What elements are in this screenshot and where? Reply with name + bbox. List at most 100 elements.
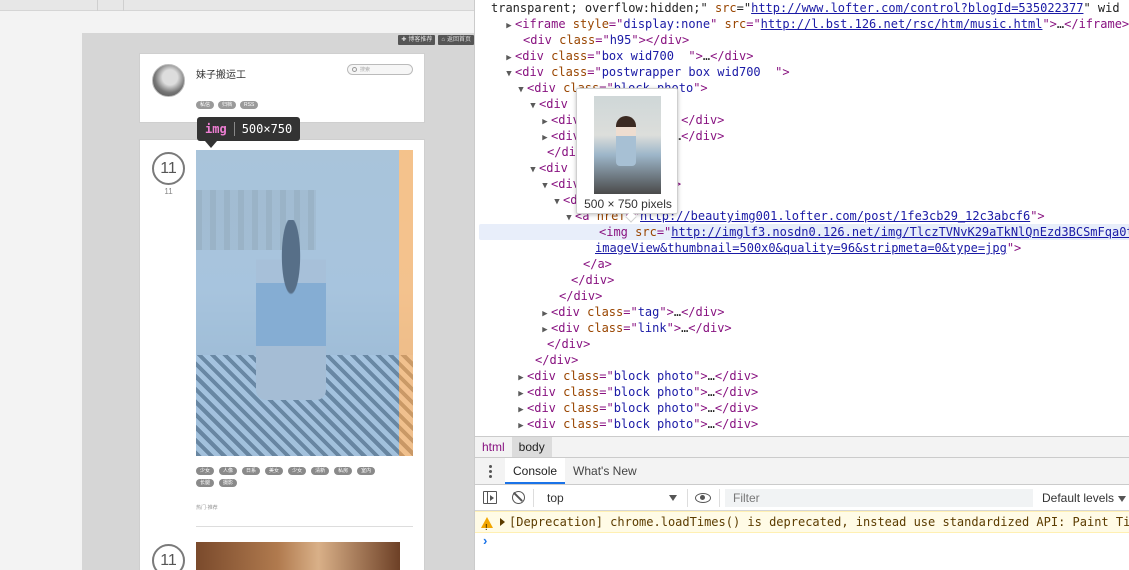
- post-tag[interactable]: 清新: [311, 467, 330, 475]
- dom-token: h95: [609, 33, 632, 47]
- dom-node-line[interactable]: ▶ <div class="block photo">…</div>: [475, 416, 758, 432]
- tab-separator: [123, 0, 124, 11]
- eye-icon[interactable]: [695, 493, 711, 503]
- tab-whats-new[interactable]: What's New: [565, 458, 645, 484]
- dom-token: =": [623, 321, 638, 335]
- dom-token: <div: [527, 401, 564, 415]
- context-selector[interactable]: top: [541, 489, 681, 507]
- filter-input[interactable]: Filter: [725, 489, 1033, 507]
- dom-link[interactable]: http://www.lofter.com/control?blogId=535…: [751, 1, 1083, 15]
- dom-token: src: [724, 17, 747, 31]
- nav-pill-archive[interactable]: 归档: [218, 101, 237, 109]
- dom-token: <iframe: [515, 17, 573, 31]
- dom-token: style: [572, 17, 609, 31]
- post-tag[interactable]: 摄影: [219, 479, 238, 487]
- log-levels-dropdown[interactable]: Default levels: [1042, 489, 1127, 507]
- post-tag[interactable]: 私房: [334, 467, 353, 475]
- dom-token: <div: [539, 97, 576, 111]
- breadcrumb-body[interactable]: body: [511, 437, 552, 457]
- elements-tree[interactable]: transparent; overflow:hidden;" src="http…: [475, 0, 1129, 436]
- tab-console[interactable]: Console: [505, 458, 566, 484]
- breadcrumb-html[interactable]: html: [475, 437, 512, 457]
- dom-link[interactable]: http://imglf3.nosdn0.126.net/img/TlczTVN…: [671, 225, 1129, 239]
- avatar[interactable]: [152, 64, 185, 97]
- nav-pill-message[interactable]: 私信: [196, 101, 215, 109]
- console-warning[interactable]: [Deprecation] chrome.loadTimes() is depr…: [475, 511, 1129, 533]
- dom-token: src: [714, 1, 737, 15]
- post-tag[interactable]: 人像: [219, 467, 238, 475]
- post-tag[interactable]: 美女: [265, 467, 284, 475]
- dom-token: ">: [1030, 209, 1045, 223]
- dom-token: " wid: [1083, 1, 1120, 15]
- search-input[interactable]: 搜索: [347, 64, 413, 75]
- prompt-icon[interactable]: ›: [483, 533, 487, 548]
- top-link-recommend[interactable]: ✚ 博客推荐: [398, 35, 436, 45]
- dom-node-line[interactable]: </div>: [475, 272, 614, 288]
- dom-token: </div>: [688, 321, 732, 335]
- dom-token: <div: [527, 417, 564, 431]
- dom-node-line[interactable]: </div>: [475, 144, 590, 160]
- nav-pill-rss[interactable]: RSS: [240, 101, 259, 109]
- top-link-label: 博客推荐: [408, 37, 433, 43]
- sidebar-toggle-icon[interactable]: [483, 491, 497, 504]
- dom-node-line[interactable]: ▶ <iframe style="display:none" src="http:…: [475, 16, 1129, 32]
- dom-token: ">: [693, 385, 708, 399]
- inspected-page: ✚ 博客推荐 ⌂ 返回首页 妹子搬运工 搜索 私信 归档 RSS 11 11 少…: [0, 0, 474, 570]
- dom-link[interactable]: imageView&thumbnail=500x0&quality=96&str…: [595, 241, 1007, 255]
- dom-token: src: [635, 225, 657, 239]
- dom-node-line[interactable]: ▼<a href="http://beautyimg001.lofter.com…: [475, 208, 1045, 224]
- post-date-day: 11: [152, 544, 185, 570]
- dom-node-line[interactable]: </a>: [475, 256, 612, 272]
- dom-node-line[interactable]: ▼ <div: [475, 96, 575, 112]
- dom-token: postwrapper box wid700: [601, 65, 776, 79]
- dom-node-line[interactable]: <img src="http://imglf3.nosdn0.126.net/i…: [479, 224, 1129, 240]
- post-photo[interactable]: [196, 150, 413, 456]
- dom-node-line[interactable]: </div>: [475, 336, 590, 352]
- dom-token: class: [563, 417, 600, 431]
- post-photo[interactable]: [196, 542, 400, 570]
- expand-triangle-icon[interactable]: [500, 518, 505, 526]
- dom-node-line[interactable]: ▶ <div class="tag">…</div>: [475, 304, 724, 320]
- inspect-highlight-padding: [399, 150, 413, 456]
- expand-triangle-icon[interactable]: ▶: [515, 418, 527, 434]
- post-tag[interactable]: 长腿: [196, 479, 215, 487]
- dom-node-line[interactable]: </div>: [475, 352, 578, 368]
- dom-node-line[interactable]: ▶ <div class="block photo">…</div>: [475, 368, 758, 384]
- dom-token: <div: [527, 385, 564, 399]
- dom-node-line[interactable]: transparent; overflow:hidden;" src="http…: [475, 0, 1120, 16]
- blog-title[interactable]: 妹子搬运工: [196, 66, 246, 81]
- dom-token: ">: [688, 49, 703, 63]
- warning-icon: [481, 517, 493, 532]
- search-icon: [352, 67, 357, 72]
- dom-node-line[interactable]: ▶ <div class="block photo">…</div>: [475, 384, 758, 400]
- post-meta[interactable]: 热门·推荐: [196, 504, 218, 511]
- dom-node-line[interactable]: ▼ <div: [475, 160, 575, 176]
- post-tag[interactable]: 少女: [196, 467, 215, 475]
- post-tag[interactable]: 室内: [357, 467, 376, 475]
- dom-link[interactable]: http://l.bst.126.net/rsc/htm/music.html: [761, 17, 1043, 31]
- dom-node-line[interactable]: ▼ <div class="postwrapper box wid700 ">: [475, 64, 789, 80]
- kebab-menu-icon[interactable]: [475, 458, 505, 484]
- dom-node-line[interactable]: ▶ <div class="link">…</div>: [475, 320, 732, 336]
- dom-node-line[interactable]: </div>: [475, 288, 602, 304]
- post-tag[interactable]: 日系: [242, 467, 261, 475]
- dom-token: class: [559, 33, 596, 47]
- dom-token: …: [707, 417, 715, 431]
- dom-node-line[interactable]: <div class="h95"></div>: [475, 32, 689, 48]
- dom-token: =": [595, 33, 610, 47]
- dom-token: class: [563, 401, 600, 415]
- dom-token: </div>: [714, 417, 759, 431]
- dom-link[interactable]: http://beautyimg001.lofter.com/post/1fe3…: [640, 209, 1030, 223]
- tooltip-size: 500×750: [241, 122, 293, 136]
- top-link-home[interactable]: ⌂ 返回首页: [438, 35, 474, 45]
- clear-console-icon[interactable]: [512, 491, 525, 504]
- dom-node-line[interactable]: ▶ <div class="block photo">…</div>: [475, 400, 758, 416]
- post-tag[interactable]: 少女: [288, 467, 307, 475]
- dom-token: =": [599, 369, 614, 383]
- plus-icon: ✚: [401, 37, 407, 43]
- dom-node-line[interactable]: ▶ <div class="box wid700 ">…</div>: [475, 48, 753, 64]
- dom-node-line[interactable]: imageView&thumbnail=500x0&quality=96&str…: [475, 240, 1021, 256]
- chevron-down-icon: [669, 495, 677, 501]
- blog-header: 妹子搬运工 搜索 私信 归档 RSS: [139, 53, 425, 123]
- log-levels-label: Default levels: [1042, 491, 1115, 505]
